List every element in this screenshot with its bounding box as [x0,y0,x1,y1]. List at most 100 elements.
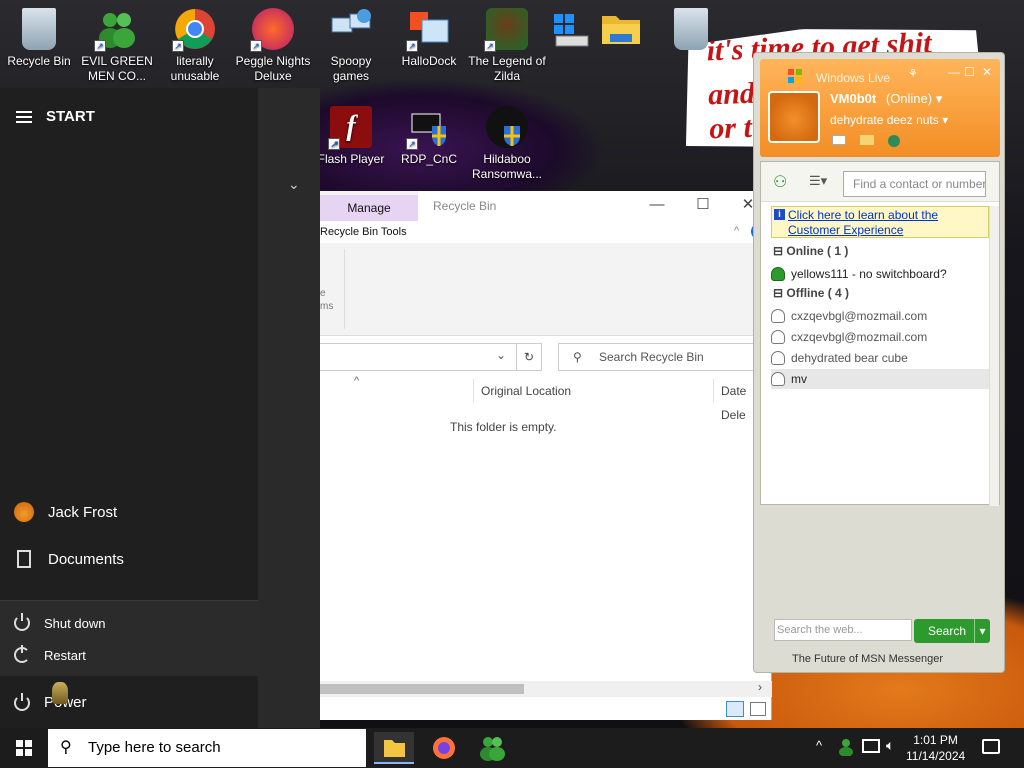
desktop-icon-recycle-bin-2[interactable] [652,8,730,54]
start-documents[interactable]: Documents [14,550,124,568]
minimize-button[interactable]: — [642,195,672,215]
contact-list: ⚇ ☰▾ Find a contact or number i Click he… [760,161,1000,506]
taskbar-search-placeholder: Type here to search [88,739,221,756]
desktop-icon-label: Hildaboo Ransomwa... [471,152,543,181]
msn-status-line[interactable]: VM0b0t (Online) ▾ [830,91,942,107]
system-clock[interactable]: 1:01 PM 11/14/2024 [906,732,965,764]
desktop-icon-label: Spoopy games [330,54,372,83]
group-offline-label: Offline ( 4 ) [786,286,850,300]
network-computers-icon [330,8,372,50]
shortcut-arrow-icon: ↗ [328,138,340,150]
start-power[interactable]: Power [14,692,87,711]
desktop-icon-label: RDP_CnC [400,152,457,166]
refresh-button[interactable]: ↻ [516,343,542,371]
msn-footer-ad[interactable]: The Future of MSN Messenger [792,653,943,665]
close-button[interactable]: ✕ [982,65,992,79]
details-view-icon[interactable] [726,701,744,717]
shortcut-arrow-icon: ↗ [406,40,418,52]
show-hidden-icons-icon[interactable]: ^ [816,738,822,753]
contact-item[interactable]: cxzqevbgl@mozmail.com [771,306,989,326]
chevron-down-icon[interactable]: ⌄ [288,176,300,193]
taskbar-search-box[interactable]: ⚲ Type here to search [48,729,366,767]
shortcut-arrow-icon: ↗ [94,40,106,52]
sort-arrow-icon[interactable]: ^ [354,375,359,387]
desktop-icon-hallodock[interactable]: ↗ HalloDock [390,8,468,69]
contact-item[interactable]: dehydrated bear cube [771,348,989,368]
search-icon: ⚲ [60,739,72,756]
tab-manage[interactable]: Manage [320,195,418,221]
spaces-icon[interactable] [860,135,874,145]
msn-tray-icon[interactable] [838,738,854,757]
network-icon[interactable] [862,739,880,753]
customer-experience-banner[interactable]: i Click here to learn about the Customer… [771,206,989,238]
chevron-down-icon[interactable]: ⌄ [496,348,506,362]
maximize-button[interactable]: ☐ [688,195,718,215]
power-icon [14,613,30,631]
chevron-down-icon[interactable]: ▾ [974,619,990,643]
start-menu-header[interactable]: START [16,108,95,125]
collapse-ribbon-icon[interactable]: ^ [734,225,739,237]
ribbon-divider [344,249,345,329]
msn-today-icon[interactable] [888,135,900,147]
contact-list-scrollbar[interactable] [989,206,999,506]
scroll-right-icon[interactable]: › [758,680,762,694]
msn-window-title: Windows Live [816,71,891,85]
horizontal-scrollbar[interactable]: › [320,680,772,697]
file-explorer-icon[interactable] [374,732,414,764]
scrollbar-thumb[interactable] [320,684,524,694]
tab-recycle-bin-tools[interactable]: Recycle Bin Tools [320,221,418,243]
search-input[interactable]: ⚲ Search Recycle Bin [558,343,760,371]
shortcut-arrow-icon: ↗ [172,40,184,52]
shut-down-option[interactable]: Shut down [14,613,106,631]
notifications-icon[interactable] [982,739,1000,754]
empty-folder-message: This folder is empty. [450,420,557,434]
desktop-icon-hildaboo-ransomware[interactable]: Hildaboo Ransomwa... [468,106,546,182]
personal-message[interactable]: dehydrate deez nuts ▾ [830,113,948,127]
add-contact-icon[interactable]: ⚇ [773,172,787,192]
cursor-gnome-icon [52,682,68,704]
explorer-titlebar[interactable]: Recycle Bin — ☐ ✕ ^ ? [418,191,772,243]
contact-item[interactable]: mv [771,369,989,389]
group-online[interactable]: ⊟ Online ( 1 ) [773,244,848,258]
address-bar[interactable]: ⌄ [320,343,542,371]
list-view-options-icon[interactable]: ☰▾ [809,173,827,189]
msn-profile-header: Windows Live ⚘ — ☐ ✕ VM0b0t (Online) ▾ d… [760,59,1000,157]
start-user-account[interactable]: Jack Frost [14,502,117,522]
desktop-icon-chrome[interactable]: ↗ literally unusable [156,8,234,84]
shut-down-label: Shut down [44,615,106,631]
info-icon: i [774,209,785,220]
windows-start-icon[interactable] [16,740,32,756]
column-original-location[interactable]: Original Location [481,379,571,403]
desktop-icon-rdp-cnc[interactable]: ↗ RDP_CnC [390,106,468,167]
customer-experience-link[interactable]: Click here to learn about the Customer E… [788,208,988,238]
desktop-icon-spoopy-games[interactable]: Spoopy games [312,8,390,84]
restart-option[interactable]: Restart [14,645,86,663]
display-picture[interactable] [768,91,820,143]
group-offline[interactable]: ⊟ Offline ( 4 ) [773,286,849,300]
firefox-icon[interactable] [424,732,464,764]
desktop-icon-evil-green-men[interactable]: ↗ EVIL GREEN MEN CO... [78,8,156,84]
shortcut-arrow-icon: ↗ [406,138,418,150]
find-contact-input[interactable]: Find a contact or number [843,171,986,197]
desktop-icon-flash-player[interactable]: f ↗ Flash Player [312,106,390,167]
maximize-button[interactable]: ☐ [964,65,975,79]
large-icons-view-icon[interactable] [750,702,766,716]
minimize-button[interactable]: — [948,65,960,79]
desktop-icon-folder[interactable] [582,8,660,54]
hamburger-menu-icon[interactable] [16,110,32,123]
offline-buddy-icon [771,330,785,344]
volume-icon[interactable]: 🔈︎ [886,737,894,754]
peggle-icon: ↗ [250,8,294,52]
desktop-icon-recycle-bin[interactable]: Recycle Bin [0,8,78,69]
desktop-icon-peggle[interactable]: ↗ Peggle Nights Deluxe [234,8,312,84]
contact-item[interactable]: yellows111 - no switchboard? [771,264,989,284]
mail-icon[interactable] [832,135,846,145]
msn-butterfly-icon [788,69,802,83]
contact-item[interactable]: cxzqevbgl@mozmail.com [771,327,989,347]
rdp-shield-icon: ↗ [406,106,450,150]
restart-icon [14,645,30,663]
web-search-button[interactable]: Search ▾ [914,619,990,643]
clock-date: 11/14/2024 [906,749,966,763]
web-search-input[interactable]: Search the web... [774,619,912,641]
msn-messenger-icon[interactable] [472,732,512,764]
